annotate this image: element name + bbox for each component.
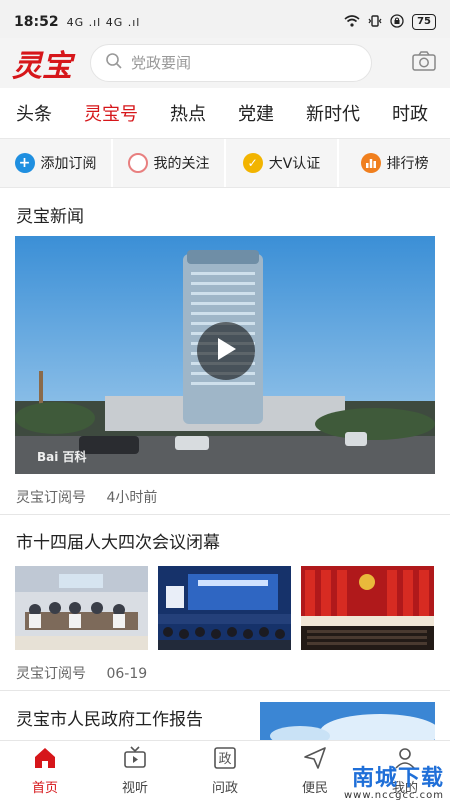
camera-button[interactable] xyxy=(410,49,438,77)
thumbnail-meeting xyxy=(15,566,148,650)
add-subscription-button[interactable]: + 添加订阅 xyxy=(0,139,113,187)
camera-icon xyxy=(411,50,437,76)
article-thumbnails[interactable] xyxy=(15,566,435,650)
svg-text:政: 政 xyxy=(218,752,231,767)
quick-actions: + 添加订阅 我的关注 ✓ 大V认证 排行榜 xyxy=(0,138,450,188)
nav-home[interactable]: 首页 xyxy=(0,741,90,800)
nav-home-label: 首页 xyxy=(31,781,58,796)
thumbnail-conference xyxy=(158,566,291,650)
add-subscription-label: 添加订阅 xyxy=(40,156,97,172)
plus-icon: + xyxy=(14,153,35,173)
watermark-url: www.nccgcc.com xyxy=(343,790,444,800)
divider xyxy=(0,690,450,691)
tab-hot[interactable]: 热点 xyxy=(154,100,222,126)
battery-indicator: 75 xyxy=(412,14,436,30)
ranking-label: 排行榜 xyxy=(386,156,429,172)
nav-media[interactable]: 视听 xyxy=(90,741,180,800)
status-time: 18:52 xyxy=(14,14,59,30)
tab-lingbaohao[interactable]: 灵宝号 xyxy=(68,100,154,126)
send-icon xyxy=(302,745,328,777)
check-icon: ✓ xyxy=(242,153,263,173)
search-icon xyxy=(105,52,123,74)
baike-watermark: Bai 百科 xyxy=(37,450,87,464)
lock-icon xyxy=(390,13,404,31)
vibrate-icon xyxy=(368,14,382,31)
tab-party[interactable]: 党建 xyxy=(222,100,290,126)
article-source: 灵宝订阅号 xyxy=(16,666,86,682)
nav-services-label: 便民 xyxy=(301,781,328,796)
search-bar[interactable] xyxy=(90,44,372,82)
ranking-icon xyxy=(360,153,381,173)
ranking-button[interactable]: 排行榜 xyxy=(339,139,450,187)
my-follows-button[interactable]: 我的关注 xyxy=(113,139,226,187)
news-meta: 灵宝订阅号 4小时前 xyxy=(16,487,157,507)
my-follows-label: 我的关注 xyxy=(153,156,210,172)
nav-media-label: 视听 xyxy=(121,781,148,796)
app-logo: 灵宝 xyxy=(12,49,72,84)
article-title[interactable]: 市十四届人大四次会议闭幕 xyxy=(16,528,220,553)
category-tabs: 头条 灵宝号 热点 党建 新时代 时政 xyxy=(0,90,450,136)
app-header: 灵宝 xyxy=(0,38,450,88)
news-video[interactable]: Bai 百科 xyxy=(15,236,435,474)
search-input[interactable] xyxy=(131,54,351,72)
wifi-icon xyxy=(344,14,360,30)
article-meta: 灵宝订阅号 06-19 xyxy=(16,663,147,683)
play-icon xyxy=(215,337,237,365)
divider xyxy=(0,514,450,515)
verification-button[interactable]: ✓ 大V认证 xyxy=(226,139,339,187)
article-time: 06-19 xyxy=(106,666,148,682)
news-source: 灵宝订阅号 xyxy=(16,490,86,506)
news-section-title[interactable]: 灵宝新闻 xyxy=(16,202,84,227)
thumbnail-assembly xyxy=(301,566,434,650)
nav-politics[interactable]: 政 问政 xyxy=(180,741,270,800)
politics-icon: 政 xyxy=(212,745,238,777)
home-icon xyxy=(32,745,58,777)
watermark-main: 南城下载 xyxy=(351,766,444,791)
verification-label: 大V认证 xyxy=(268,156,321,172)
play-button[interactable] xyxy=(197,322,255,380)
status-right: 75 xyxy=(344,13,436,31)
thumbnail-sky xyxy=(260,702,435,742)
tv-icon xyxy=(122,745,148,777)
nav-politics-label: 问政 xyxy=(211,781,238,796)
signal-icon: 4G .ıl 4G .ıl xyxy=(66,15,141,29)
tab-headlines[interactable]: 头条 xyxy=(0,100,68,126)
circle-icon xyxy=(127,153,148,173)
news-time: 4小时前 xyxy=(106,490,158,506)
tab-new-era[interactable]: 新时代 xyxy=(290,100,376,126)
site-watermark: 南城下载 www.nccgcc.com xyxy=(344,760,444,800)
article-title[interactable]: 灵宝市人民政府工作报告 xyxy=(16,705,203,730)
tab-politics[interactable]: 时政 xyxy=(376,100,444,126)
